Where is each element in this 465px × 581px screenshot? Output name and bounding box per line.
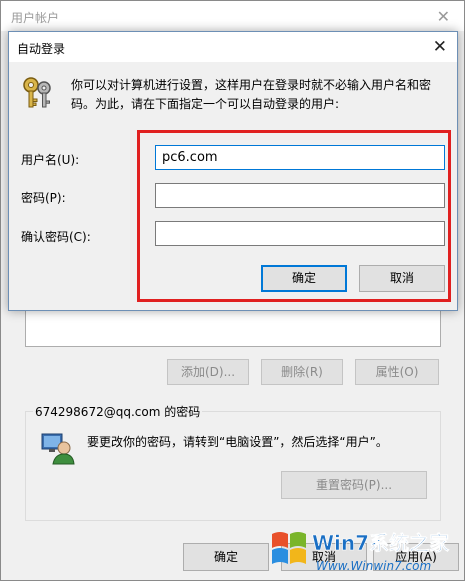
bg-ok-button[interactable]: 确定 [183,543,269,571]
password-group-legend: 674298672@qq.com 的密码 [33,403,203,420]
password-input[interactable] [155,183,445,208]
confirm-password-label: 确认密码(C): [21,230,91,244]
user-accounts-title: 用户帐户 [11,11,60,25]
win7-watermark-logo: Win7系统之家 Www.Winwin7.com [272,531,450,573]
password-change-info: 要更改你的密码，请转到“电脑设置”，然后选择“用户”。 [87,435,388,449]
confirm-password-input[interactable] [155,221,445,246]
ok-button[interactable]: 确定 [261,265,347,292]
delete-user-button[interactable]: 删除(R) [261,359,343,385]
properties-button[interactable]: 属性(O) [355,359,439,385]
close-icon[interactable]: ✕ [433,37,447,57]
auto-login-dialog: 自动登录 ✕ 你可以对计算机进行设置，这样用户在登录时就不必输入用户名和密码。为… [8,31,458,311]
user-accounts-titlebar: 用户帐户 ✕ [1,1,464,31]
auto-login-titlebar: 自动登录 ✕ [9,32,457,62]
username-label: 用户名(U): [21,153,80,167]
close-icon[interactable]: ✕ [437,7,450,26]
username-input[interactable] [155,145,445,170]
add-user-button[interactable]: 添加(D)... [167,359,249,385]
user-account-icon [41,433,75,465]
password-groupbox [25,411,441,521]
keys-icon [23,77,51,108]
auto-login-title: 自动登录 [17,42,66,56]
auto-login-description: 你可以对计算机进行设置，这样用户在登录时就不必输入用户名和密码。为此，请在下面指… [71,78,432,111]
svg-text:Win7系统之家: Win7系统之家 [312,531,450,555]
password-label: 密码(P): [21,191,66,205]
svg-text:Www.Winwin7.com: Www.Winwin7.com [316,559,431,573]
reset-password-button[interactable]: 重置密码(P)... [281,471,427,499]
cancel-button[interactable]: 取消 [359,265,445,292]
